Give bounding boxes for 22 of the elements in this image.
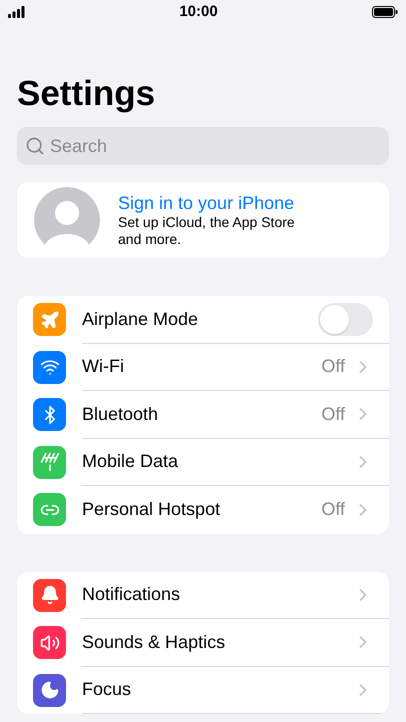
- row-label[interactable]: Airplane Mode: [82, 306, 318, 333]
- toggle-switch[interactable]: [318, 302, 373, 336]
- search-field[interactable]: Search: [17, 127, 389, 165]
- row-label[interactable]: Personal Hotspot: [82, 496, 322, 524]
- row-label[interactable]: Notifications: [82, 581, 353, 608]
- sign-in-title: Sign in to your iPhone: [118, 192, 296, 214]
- row-label[interactable]: Wi-Fi: [82, 353, 322, 380]
- battery-icon: [372, 6, 398, 18]
- row-label[interactable]: Bluetooth: [82, 400, 322, 428]
- avatar: [34, 187, 100, 253]
- row-value: Off: [321, 355, 345, 378]
- row-value: Off: [321, 498, 345, 522]
- sign-in-subtitle: Set up iCloud, the App Store and more.: [118, 214, 296, 248]
- row-label[interactable]: Mobile Data: [82, 448, 353, 476]
- row-value: Off: [321, 402, 345, 426]
- search-icon: [25, 136, 45, 156]
- account-card[interactable]: Sign in to your iPhone Set up iCloud, the App Store and more.: [17, 182, 389, 258]
- row-label[interactable]: Focus: [82, 676, 353, 704]
- status-time: 10:00: [179, 2, 218, 22]
- row-label[interactable]: Sounds & Haptics: [82, 628, 353, 656]
- signal-icon: [8, 6, 25, 18]
- page-title: Settings: [17, 74, 156, 114]
